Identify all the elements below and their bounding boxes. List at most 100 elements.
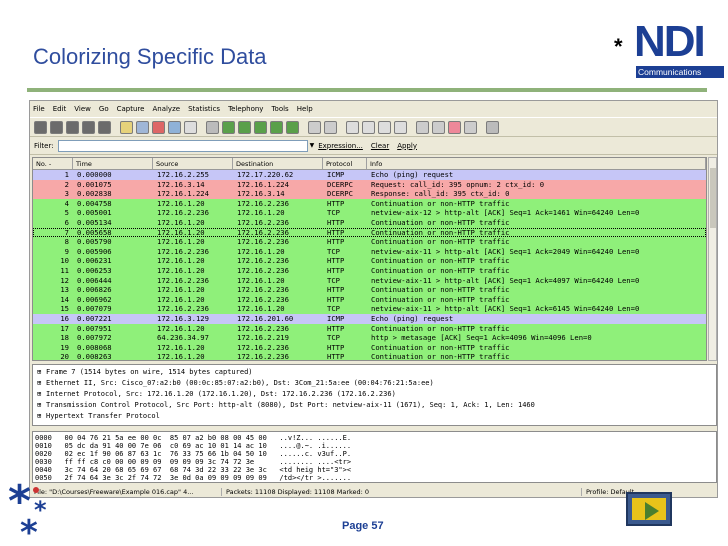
menu-analyze[interactable]: Analyze — [152, 105, 180, 113]
packet-row[interactable]: 13 0.006826 172.16.1.20 172.16.2.236 HTTP Con… — [33, 285, 706, 295]
coloring-rules-icon[interactable] — [448, 120, 461, 134]
packet-row[interactable]: 16 0.007221 172.16.3.129 172.16.201.60 ICMP E… — [33, 313, 706, 324]
packet-destination: 172.16.1.20 — [237, 304, 285, 314]
packet-time: 0.007951 — [77, 323, 112, 333]
packet-row[interactable]: 4 0.004758 172.16.1.20 172.16.2.236 HTTP Cont… — [33, 198, 706, 209]
col-header-source[interactable]: Source — [153, 158, 233, 169]
filter-input[interactable] — [57, 139, 308, 152]
print-icon[interactable] — [184, 120, 197, 134]
col-header-protocol[interactable]: Protocol — [323, 158, 367, 169]
col-header-destination[interactable]: Destination — [233, 158, 323, 169]
packet-bytes[interactable]: 0000 00 04 76 21 5a ee 00 0c 85 07 a2 b0… — [32, 431, 717, 483]
menu-telephony[interactable]: Telephony — [228, 105, 263, 113]
colorize-icon[interactable] — [308, 120, 321, 134]
packet-time: 0.007221 — [77, 313, 112, 323]
packet-row[interactable]: 15 0.007079 172.16.2.236 172.16.1.20 TCP netv… — [33, 304, 706, 314]
packet-row[interactable]: 3 0.002838 172.16.1.224 172.16.3.14 DCERPC Re… — [33, 189, 706, 199]
expression-button[interactable]: Expression... — [318, 142, 363, 150]
play-button[interactable] — [626, 492, 672, 526]
packet-destination: 172.16.2.236 — [237, 352, 289, 361]
menu-view[interactable]: View — [74, 105, 91, 113]
zoom-out-icon[interactable] — [362, 120, 375, 134]
packet-row[interactable]: 11 0.006253 172.16.1.20 172.16.2.236 HTTP Con… — [33, 265, 706, 276]
go-forward-icon[interactable] — [238, 120, 251, 134]
packet-source: 172.16.1.20 — [157, 294, 205, 304]
packet-time: 0.005134 — [77, 217, 112, 227]
display-filters-icon[interactable] — [432, 120, 445, 134]
packet-row[interactable]: 1 0.000000 172.16.2.255 172.17.220.62 ICMP Ec… — [33, 170, 706, 180]
save-icon[interactable] — [136, 120, 149, 134]
zoom-in-icon[interactable] — [346, 120, 359, 134]
stop-capture-icon[interactable] — [82, 120, 95, 134]
start-capture-icon[interactable] — [66, 120, 79, 134]
first-packet-icon[interactable] — [270, 120, 283, 134]
interfaces-icon[interactable] — [34, 120, 47, 134]
help-icon[interactable] — [486, 120, 499, 134]
packet-row[interactable]: 7 0.005658 172.16.1.20 172.16.2.236 HTTP Cont… — [33, 227, 706, 238]
scrollbar-thumb[interactable] — [710, 168, 716, 228]
detail-ip[interactable]: ⊞ Internet Protocol, Src: 172.16.1.20 (17… — [33, 389, 716, 400]
packet-source: 172.16.3.14 — [157, 179, 205, 189]
packet-list-scrollbar[interactable] — [708, 157, 717, 361]
col-header-time[interactable]: Time — [73, 158, 153, 169]
expand-icon[interactable]: ⊞ — [37, 400, 46, 411]
go-to-packet-icon[interactable] — [254, 120, 267, 134]
packet-row[interactable]: 6 0.005134 172.16.1.20 172.16.2.236 HTTP Cont… — [33, 217, 706, 228]
go-back-icon[interactable] — [222, 120, 235, 134]
logo-star: * — [614, 34, 623, 59]
packet-time: 0.008263 — [77, 352, 112, 361]
clear-button[interactable]: Clear — [371, 142, 389, 150]
menu-tools[interactable]: Tools — [271, 105, 288, 113]
col-header-info[interactable]: Info — [367, 158, 706, 169]
packet-row[interactable]: 12 0.006444 172.16.2.236 172.16.1.20 TCP netv… — [33, 275, 706, 286]
apply-button[interactable]: Apply — [397, 142, 417, 150]
packet-row[interactable]: 9 0.005906 172.16.2.236 172.16.1.20 TCP netvi… — [33, 246, 706, 257]
capture-options-icon[interactable] — [50, 120, 63, 134]
menu-file[interactable]: File — [33, 105, 45, 113]
close-file-icon[interactable] — [152, 120, 165, 134]
detail-frame[interactable]: ⊞ Frame 7 (1514 bytes on wire, 1514 bytes… — [33, 367, 716, 378]
preferences-icon[interactable] — [464, 120, 477, 134]
resize-columns-icon[interactable] — [394, 120, 407, 134]
packet-row[interactable]: 8 0.005790 172.16.1.20 172.16.2.236 HTTP Cont… — [33, 237, 706, 247]
packet-row[interactable]: 17 0.007951 172.16.1.20 172.16.2.236 HTTP Con… — [33, 323, 706, 334]
detail-ethernet[interactable]: ⊞ Ethernet II, Src: Cisco_07:a2:b0 (00:0c… — [33, 378, 716, 389]
menu-capture[interactable]: Capture — [117, 105, 145, 113]
packet-info: Continuation or non-HTTP traffic — [371, 256, 510, 266]
packet-source: 172.16.2.255 — [157, 170, 209, 179]
packet-row[interactable]: 14 0.006962 172.16.1.20 172.16.2.236 HTTP Con… — [33, 294, 706, 305]
menu-edit[interactable]: Edit — [53, 105, 67, 113]
packet-row[interactable]: 10 0.006231 172.16.1.20 172.16.2.236 HTTP Con… — [33, 256, 706, 266]
detail-http[interactable]: ⊞ Hypertext Transfer Protocol — [33, 411, 716, 422]
packet-list[interactable]: No. - Time Source Destination Protocol I… — [32, 157, 707, 361]
auto-scroll-icon[interactable] — [324, 120, 337, 134]
packet-protocol: ICMP — [327, 313, 345, 323]
restart-capture-icon[interactable] — [98, 120, 111, 134]
normal-size-icon[interactable] — [378, 120, 391, 134]
menu-statistics[interactable]: Statistics — [188, 105, 220, 113]
detail-tcp[interactable]: ⊞ Transmission Control Protocol, Src Port… — [33, 400, 716, 411]
last-packet-icon[interactable] — [286, 120, 299, 134]
expand-icon[interactable]: ⊞ — [37, 378, 46, 389]
packet-time: 0.006826 — [77, 285, 112, 295]
packet-info: netview-aix-12 > http-alt [ACK] Seq=1 Ac… — [371, 208, 640, 218]
packet-row[interactable]: 18 0.007972 64.236.34.97 172.16.2.219 TCP htt… — [33, 333, 706, 343]
filter-dropdown-icon[interactable]: ▼ — [310, 142, 315, 149]
packet-details[interactable]: ⊞ Frame 7 (1514 bytes on wire, 1514 bytes… — [32, 364, 717, 426]
reload-icon[interactable] — [168, 120, 181, 134]
capture-filters-icon[interactable] — [416, 120, 429, 134]
packet-row[interactable]: 19 0.008068 172.16.1.20 172.16.2.236 HTTP Con… — [33, 342, 706, 353]
packet-row[interactable]: 5 0.005001 172.16.2.236 172.16.1.20 TCP netvi… — [33, 208, 706, 218]
menu-go[interactable]: Go — [99, 105, 109, 113]
expand-icon[interactable]: ⊞ — [37, 367, 46, 378]
col-header-no[interactable]: No. - — [33, 158, 73, 169]
expand-icon[interactable]: ⊞ — [37, 411, 46, 422]
packet-info: Continuation or non-HTTP traffic — [371, 352, 510, 361]
packet-row[interactable]: 20 0.008263 172.16.1.20 172.16.2.236 HTTP Con… — [33, 352, 706, 361]
packet-row[interactable]: 2 0.001075 172.16.3.14 172.16.1.224 DCERPC Re… — [33, 179, 706, 190]
find-icon[interactable] — [206, 120, 219, 134]
packet-protocol: HTTP — [327, 198, 345, 208]
menu-help[interactable]: Help — [297, 105, 313, 113]
expand-icon[interactable]: ⊞ — [37, 389, 46, 400]
open-icon[interactable] — [120, 120, 133, 134]
